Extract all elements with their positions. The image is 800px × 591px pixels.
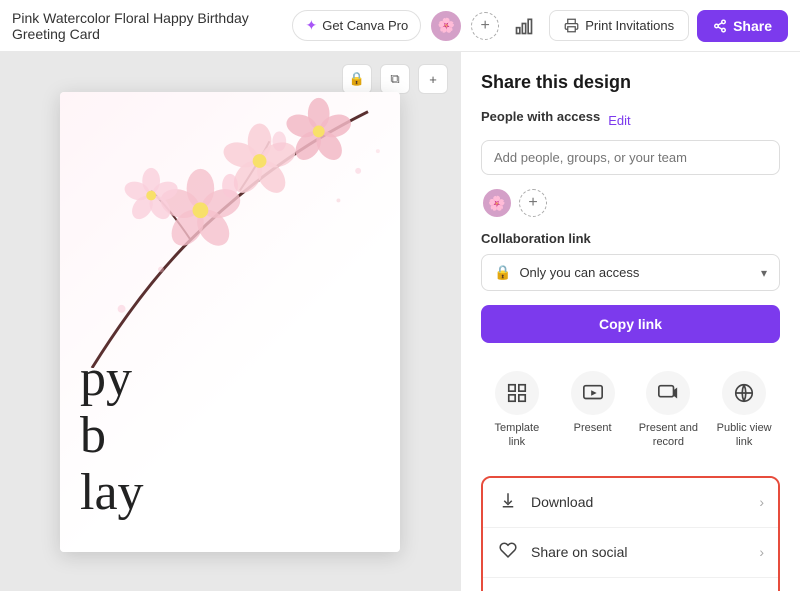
share-social-icon (497, 541, 519, 564)
edit-link[interactable]: Edit (608, 113, 630, 128)
people-row: 🌸 + (481, 187, 780, 219)
lock-tool-button[interactable]: 🔒 (342, 64, 372, 94)
action-list: Download › Share on social › Print with … (481, 476, 780, 591)
public-view-option[interactable]: Public view link (708, 361, 780, 460)
present-icon (571, 371, 615, 415)
copy-link-button[interactable]: Copy link (481, 305, 780, 343)
present-label: Present (574, 421, 612, 435)
present-record-label: Present and record (637, 421, 701, 450)
share-button[interactable]: Share (697, 10, 788, 42)
invite-more-button[interactable]: + (519, 189, 547, 217)
public-view-icon (722, 371, 766, 415)
present-option[interactable]: Present (557, 361, 629, 460)
canva-pro-button[interactable]: ✦ Get Canva Pro (292, 10, 421, 41)
share-social-action[interactable]: Share on social › (483, 528, 778, 578)
panel-title: Share this design (481, 72, 780, 93)
present-record-option[interactable]: Present and record (633, 361, 705, 460)
access-value: Only you can access (519, 265, 639, 280)
download-chevron-icon: › (759, 494, 764, 510)
document-title: Pink Watercolor Floral Happy Birthday Gr… (12, 10, 284, 42)
access-dropdown[interactable]: 🔒 Only you can access ▾ (481, 254, 780, 291)
gem-icon: ✦ (305, 17, 317, 34)
people-section-label: People with access (481, 109, 600, 124)
present-record-icon (646, 371, 690, 415)
template-link-option[interactable]: Template link (481, 361, 553, 460)
avatar: 🌸 (429, 9, 463, 43)
card-text: py b lay (80, 350, 144, 522)
topbar: Pink Watercolor Floral Happy Birthday Gr… (0, 0, 800, 52)
share-social-chevron-icon: › (759, 544, 764, 560)
share-panel: Share this design People with access Edi… (460, 52, 800, 591)
search-input[interactable] (481, 140, 780, 175)
add-page-button[interactable]: + (418, 64, 448, 94)
card-preview: py b lay (60, 92, 400, 552)
canvas-toolbar: 🔒 ⧉ + (342, 64, 448, 94)
collab-label: Collaboration link (481, 231, 780, 246)
download-action[interactable]: Download › (483, 478, 778, 528)
user-avatar: 🌸 (481, 187, 513, 219)
lock-icon: 🔒 (494, 264, 511, 281)
share-social-label: Share on social (531, 544, 747, 560)
add-team-button[interactable]: + (471, 12, 499, 40)
collaboration-section: Collaboration link 🔒 Only you can access… (481, 231, 780, 291)
copy-tool-button[interactable]: ⧉ (380, 64, 410, 94)
template-link-label: Template link (485, 421, 549, 450)
canvas-area: 🔒 ⧉ + (0, 52, 460, 591)
chevron-down-icon: ▾ (761, 266, 767, 280)
template-link-icon (495, 371, 539, 415)
analytics-button[interactable] (507, 9, 541, 43)
print-invitations-button[interactable]: Print Invitations (549, 10, 689, 41)
download-icon (497, 491, 519, 514)
download-label: Download (531, 494, 747, 510)
share-options-grid: Template link Present Present and record (481, 361, 780, 460)
public-view-label: Public view link (712, 421, 776, 450)
print-canva-action[interactable]: Print with Canva › (483, 578, 778, 591)
